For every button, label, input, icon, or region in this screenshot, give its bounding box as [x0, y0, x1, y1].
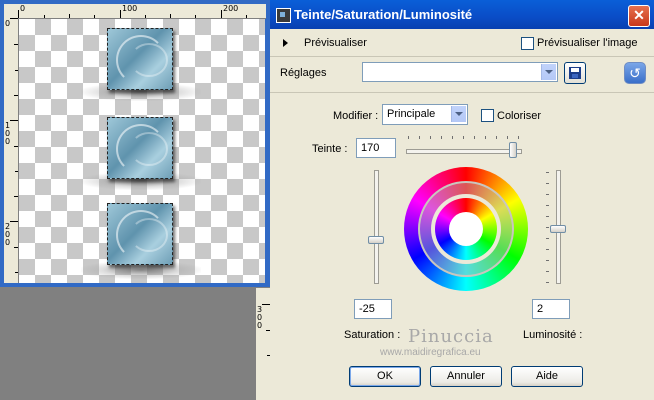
preview-label[interactable]: Prévisualiser — [304, 37, 367, 49]
cancel-button[interactable]: Annuler — [430, 366, 502, 387]
ruler-label-100: 100 — [122, 4, 138, 13]
floppy-disk-icon — [569, 67, 581, 79]
vruler-label-200: 2 0 0 — [5, 222, 11, 247]
vruler-label-300: 3 0 0 — [257, 305, 263, 330]
hue-input[interactable]: 170 — [356, 138, 396, 158]
close-button[interactable]: ✕ — [628, 5, 650, 27]
ruler-corner — [4, 4, 18, 18]
modifier-select[interactable]: Principale — [382, 104, 468, 125]
vruler-label-100: 1 0 0 — [5, 121, 11, 146]
dialog-title: Teinte/Saturation/Luminosité — [294, 7, 473, 22]
preview-image-checkbox[interactable] — [521, 37, 534, 50]
image-tile — [107, 203, 173, 265]
vertical-ruler-lower: 3 0 0 — [256, 288, 271, 400]
watermark: Pinuccia — [408, 326, 494, 347]
saturation-slider[interactable] — [368, 168, 390, 286]
transparent-canvas[interactable] — [19, 19, 265, 283]
luminosity-input[interactable]: 2 — [532, 299, 570, 319]
hue-label: Teinte : — [312, 143, 348, 155]
hue-slider[interactable] — [406, 134, 524, 158]
horizontal-ruler: 0 100 200 — [4, 4, 266, 19]
image-tile — [107, 28, 173, 90]
saturation-label: Saturation : — [344, 329, 401, 341]
saturation-slider-thumb[interactable] — [368, 236, 384, 244]
saturation-input[interactable]: -25 — [354, 299, 392, 319]
vertical-ruler: 0 1 0 0 2 0 0 — [4, 18, 19, 283]
ruler-label-0: 0 — [20, 4, 26, 13]
preview-image-label[interactable]: Prévisualiser l'image — [537, 37, 638, 49]
settings-combo[interactable] — [362, 62, 558, 82]
watermark-url: www.maidiregrafica.eu — [380, 347, 481, 358]
vruler-label-0: 0 — [5, 19, 11, 28]
colorize-label[interactable]: Coloriser — [497, 110, 541, 122]
expand-arrow-icon[interactable] — [283, 39, 288, 47]
modifier-label: Modifier : — [333, 110, 379, 122]
luminosity-slider-thumb[interactable] — [550, 225, 566, 233]
ruler-label-200: 200 — [223, 4, 239, 13]
chevron-down-icon[interactable] — [451, 106, 466, 122]
hue-slider-thumb[interactable] — [509, 142, 517, 158]
luminosity-label: Luminosité : — [523, 329, 583, 341]
image-window: 0 100 200 0 1 0 0 2 0 0 — [0, 0, 270, 287]
hue-wheel-center — [449, 212, 483, 246]
save-preset-button[interactable] — [564, 62, 586, 84]
help-button[interactable]: Aide — [511, 366, 583, 387]
modifier-value: Principale — [387, 108, 436, 120]
luminosity-slider[interactable] — [546, 168, 566, 286]
hue-saturation-dialog: Teinte/Saturation/Luminosité ✕ Prévisual… — [270, 0, 654, 400]
settings-label: Réglages — [280, 67, 327, 79]
chevron-down-icon[interactable] — [541, 64, 556, 80]
title-bar[interactable]: Teinte/Saturation/Luminosité ✕ — [270, 0, 654, 29]
colorize-checkbox[interactable] — [481, 109, 494, 122]
image-tile — [107, 117, 173, 179]
separator — [270, 92, 654, 93]
ok-button[interactable]: OK — [349, 366, 421, 387]
reset-icon[interactable]: ↺ — [624, 62, 646, 84]
hue-saturation-icon — [276, 8, 291, 23]
